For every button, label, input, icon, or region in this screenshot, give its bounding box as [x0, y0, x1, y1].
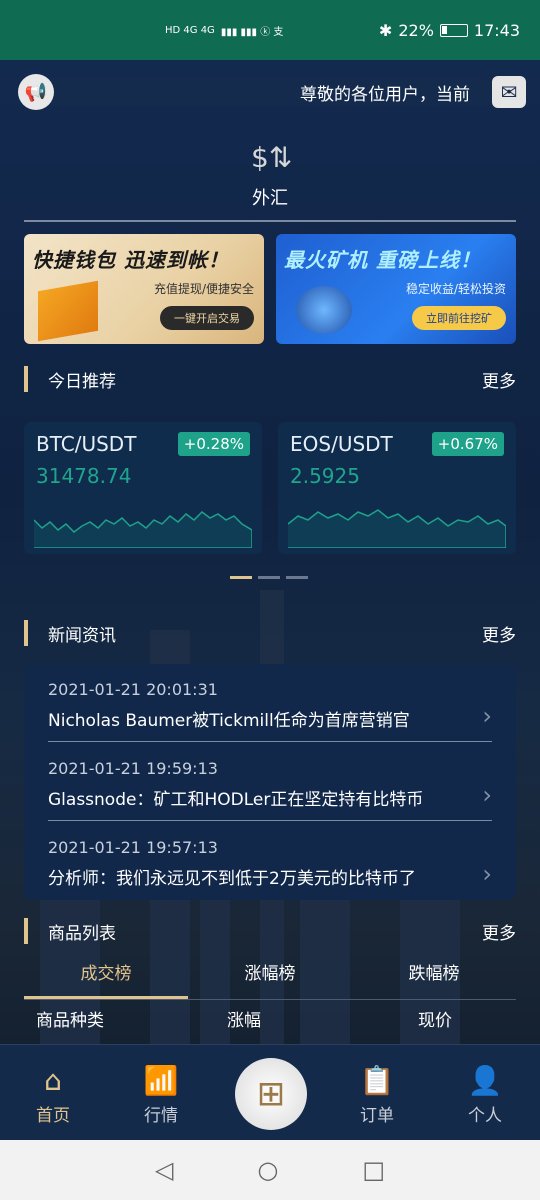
mail-icon[interactable]: ✉ — [492, 76, 526, 108]
ticker-card-eos[interactable]: EOS/USDT +0.67% 2.5925 — [278, 422, 516, 554]
ticker-card-btc[interactable]: BTC/USDT +0.28% 31478.74 — [24, 422, 262, 554]
battery-percent: 22% — [398, 20, 434, 40]
bar-chart-icon: 📶 — [143, 1064, 179, 1097]
bottom-tab-bar: ⌂ 首页 📶 行情 ⊞ 📋 订单 👤 个人 — [0, 1044, 540, 1140]
tab-losers[interactable]: 跌幅榜 — [352, 956, 516, 999]
ticker-change: +0.67% — [431, 432, 504, 456]
news-headline: Glassnode：矿工和HODLer正在坚定持有比特币 — [48, 790, 424, 810]
forex-shortcut[interactable]: $⇅ 外汇 — [0, 140, 540, 210]
battery-icon — [439, 23, 468, 37]
bitcoin-graphic — [296, 286, 352, 334]
column-header: 现价 — [418, 1011, 453, 1031]
news-headline: 分析师：我们永远见不到低于2万美元的比特币了 — [48, 869, 416, 889]
sparkline — [34, 511, 252, 548]
news-list: 2021-01-21 20:01:31 Nicholas Baumer被Tick… — [24, 664, 516, 900]
grid-icon: ⊞ — [256, 1074, 286, 1114]
go-mining-button[interactable]: 立即前往挖矿 — [412, 306, 506, 330]
ticker-price: 31478.74 — [36, 464, 132, 488]
news-item[interactable]: 2021-01-21 20:01:31 Nicholas Baumer被Tick… — [48, 664, 492, 742]
status-bar: HD 4G 4G ▮▮▮ ▮▮▮ ⓚ 支 ✱ 22% 17:43 — [0, 0, 540, 60]
news-headline: Nicholas Baumer被Tickmill任命为首席营销官 — [48, 711, 410, 731]
clock: 17:43 — [473, 20, 520, 40]
news-date: 2021-01-21 19:59:13 — [48, 759, 218, 778]
column-header: 涨幅 — [227, 1011, 261, 1031]
notice-text: 尊敬的各位用户，当前 — [300, 84, 470, 105]
document-icon: 📋 — [359, 1064, 395, 1097]
more-link[interactable]: 更多 — [482, 919, 516, 944]
recents-icon[interactable]: □ — [362, 1156, 385, 1184]
sparkline — [288, 509, 506, 548]
home-circle-icon[interactable]: ○ — [257, 1156, 278, 1184]
network-indicator: HD 4G 4G ▮▮▮ ▮▮▮ ⓚ 支 — [165, 24, 284, 38]
chevron-right-icon: › — [482, 702, 492, 730]
ticker-change: +0.28% — [177, 432, 250, 456]
more-link[interactable]: 更多 — [482, 621, 516, 646]
open-trade-button[interactable]: 一键开启交易 — [160, 306, 254, 330]
ranking-tabs: 成交榜 涨幅榜 跌幅榜 — [24, 956, 516, 1000]
tab-market[interactable]: 📶 行情 — [126, 1061, 196, 1126]
coin-cube-graphic — [38, 280, 98, 342]
home-icon: ⌂ — [44, 1064, 62, 1097]
chevron-right-icon: › — [482, 860, 492, 888]
column-header: 商品种类 — [36, 1011, 104, 1031]
mining-banner[interactable]: 最火矿机 重磅上线！ 稳定收益/轻松投资 立即前往挖矿 — [276, 234, 516, 344]
system-nav-bar: ◁ ○ □ — [0, 1140, 540, 1200]
news-header: 新闻资讯 更多 — [24, 618, 516, 648]
carousel-indicator — [230, 576, 308, 579]
table-header: 商品种类 涨幅 现价 — [24, 1006, 516, 1036]
chevron-right-icon: › — [482, 781, 492, 809]
user-settings-icon: 👤 — [467, 1064, 503, 1097]
tab-home[interactable]: ⌂ 首页 — [18, 1061, 88, 1126]
ticker-price: 2.5925 — [290, 464, 360, 488]
products-header: 商品列表 更多 — [24, 916, 516, 946]
forex-label: 外汇 — [252, 188, 288, 209]
tab-gainers[interactable]: 涨幅榜 — [188, 956, 352, 999]
ticker-pair: EOS/USDT — [290, 432, 393, 456]
section-title: 商品列表 — [48, 923, 116, 944]
recommend-header: 今日推荐 更多 — [24, 364, 516, 394]
news-date: 2021-01-21 20:01:31 — [48, 680, 218, 699]
megaphone-icon: 📢 — [18, 74, 54, 110]
tab-volume[interactable]: 成交榜 — [24, 956, 188, 999]
notice-bar[interactable]: 📢 尊敬的各位用户，当前 ✉ — [18, 74, 526, 110]
section-title: 新闻资讯 — [48, 625, 116, 646]
center-grid-button[interactable]: ⊞ — [235, 1058, 307, 1130]
bluetooth-icon: ✱ — [378, 20, 393, 40]
tab-profile[interactable]: 👤 个人 — [450, 1061, 520, 1126]
section-title: 今日推荐 — [48, 371, 116, 392]
divider — [24, 220, 516, 222]
ticker-pair: BTC/USDT — [36, 432, 137, 456]
news-date: 2021-01-21 19:57:13 — [48, 838, 218, 857]
currency-exchange-icon: $⇅ — [251, 141, 293, 174]
back-icon[interactable]: ◁ — [155, 1156, 173, 1184]
news-item[interactable]: 2021-01-21 19:59:13 Glassnode：矿工和HODLer正… — [48, 743, 492, 821]
more-link[interactable]: 更多 — [482, 367, 516, 392]
wallet-banner[interactable]: 快捷钱包 迅速到帐！ 充值提现/便捷安全 一键开启交易 — [24, 234, 264, 344]
news-item[interactable]: 2021-01-21 19:57:13 分析师：我们永远见不到低于2万美元的比特… — [48, 822, 492, 900]
tab-orders[interactable]: 📋 订单 — [342, 1061, 412, 1126]
